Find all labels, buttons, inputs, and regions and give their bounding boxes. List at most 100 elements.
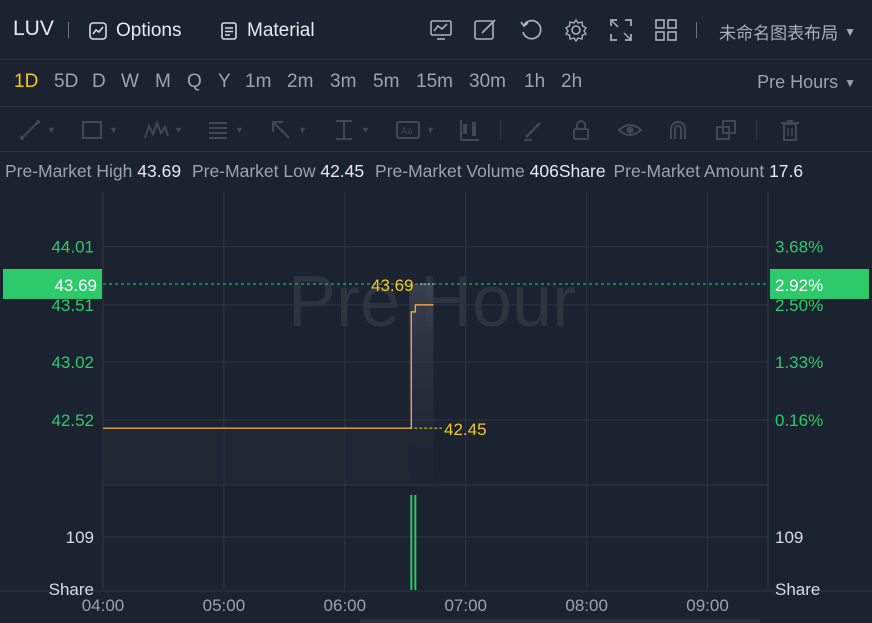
premarket-amount-label: Pre-Market Amount (613, 161, 765, 181)
brush-icon (524, 122, 541, 141)
premarket-high-value: 43.69 (137, 161, 182, 181)
grid-layout-icon[interactable] (653, 17, 679, 43)
low-label: 42.45 (444, 420, 487, 439)
premarket-volume-value: 406Share (529, 161, 606, 181)
fibonacci-icon (209, 122, 227, 139)
interval-y[interactable]: Y (218, 71, 231, 93)
price-chart[interactable]: Pre Hour 43.6942.45 44.0143.5143.0242.52… (0, 190, 872, 623)
interval-5d[interactable]: 5D (54, 71, 78, 93)
trash-icon (781, 120, 799, 141)
separator (68, 22, 69, 38)
interval-2h[interactable]: 2h (561, 71, 582, 93)
y-tick-right: 0.16% (775, 411, 823, 430)
drawing-toolbar: ▼ ▼ ▼ ▼ ▼ ▼ Aa ▼ (0, 108, 872, 152)
fibonacci-tool[interactable]: ▼ (206, 118, 244, 142)
lock-icon (573, 120, 589, 140)
current-price-value: 43.69 (54, 276, 97, 295)
interval-1d[interactable]: 1D (14, 71, 38, 93)
svg-text:Aa: Aa (401, 127, 413, 137)
interval-15m[interactable]: 15m (416, 71, 453, 93)
y-tick-left: 43.02 (51, 353, 94, 372)
volume-bar (414, 495, 417, 590)
fullscreen-icon[interactable] (608, 17, 634, 43)
options-label: Options (116, 20, 182, 41)
chart-grid (0, 192, 872, 592)
interval-5m[interactable]: 5m (373, 71, 399, 93)
options-button[interactable]: Options (88, 17, 181, 45)
copy-tool[interactable] (714, 118, 738, 142)
brush-tool[interactable] (521, 118, 545, 142)
x-tick-label: 05:00 (203, 596, 246, 615)
document-icon (221, 22, 237, 40)
premarket-high-label: Pre-Market High (5, 161, 133, 181)
y-tick-left: 42.52 (51, 411, 94, 430)
interval-2m[interactable]: 2m (287, 71, 313, 93)
layout-selector[interactable]: 未命名图表布局 ▼ (719, 19, 856, 44)
premarket-info-row: Pre-Market High 43.69 Pre-Market Low 42.… (5, 161, 809, 182)
toolbar-divider (756, 120, 757, 140)
y-tick-right: 3.68% (775, 238, 823, 257)
trend-line-icon (20, 120, 40, 140)
high-label: 43.69 (371, 276, 414, 295)
measure-tool[interactable]: ▼ (332, 118, 370, 142)
wave-pattern-icon (144, 120, 169, 139)
arrow-icon (272, 121, 290, 139)
candle-tool[interactable] (458, 118, 482, 142)
pattern-tool[interactable]: ▼ (143, 118, 183, 142)
volume-unit-right: Share (775, 580, 820, 599)
rectangle-tool[interactable]: ▼ (80, 118, 118, 142)
interval-bar: 1D 5D D W M Q Y 1m 2m 3m 5m 15m 30m 1h 2… (0, 61, 872, 107)
chart-scrollbar (360, 619, 760, 623)
ticker-symbol[interactable]: LUV (13, 17, 54, 41)
caret-down-icon: ▼ (844, 24, 856, 39)
trend-line-tool[interactable]: ▼ (18, 118, 56, 142)
material-button[interactable]: Material (219, 17, 315, 45)
volume-bars (410, 495, 417, 590)
candlestick-icon (460, 120, 479, 141)
volume-bar (410, 495, 413, 590)
x-tick-label: 04:00 (82, 596, 125, 615)
x-tick-label: 07:00 (444, 596, 487, 615)
rectangle-icon (82, 121, 102, 139)
reset-icon[interactable] (518, 17, 544, 43)
layout-name: 未命名图表布局 (719, 24, 839, 43)
volume-tick-right: 109 (775, 528, 803, 547)
x-tick-label: 09:00 (686, 596, 729, 615)
premarket-low-label: Pre-Market Low (191, 161, 316, 181)
separator (696, 22, 697, 38)
arrow-tool[interactable]: ▼ (269, 118, 307, 142)
session-selector[interactable]: Pre Hours ▼ (757, 72, 856, 93)
x-tick-label: 06:00 (324, 596, 367, 615)
y-tick-left: 44.01 (51, 238, 94, 257)
text-tool[interactable]: Aa ▼ (395, 118, 435, 142)
interval-w[interactable]: W (121, 71, 139, 93)
interval-1m[interactable]: 1m (245, 71, 271, 93)
copy-icon (716, 120, 736, 140)
interval-1h[interactable]: 1h (524, 71, 545, 93)
indicators-icon[interactable] (428, 17, 454, 43)
visibility-tool[interactable] (617, 118, 643, 142)
y-tick-right: 1.33% (775, 353, 823, 372)
price-area-fill (409, 283, 434, 484)
premarket-volume-label: Pre-Market Volume (375, 161, 525, 181)
interval-30m[interactable]: 30m (469, 71, 506, 93)
settings-gear-icon[interactable] (563, 17, 589, 43)
edit-icon[interactable] (472, 17, 498, 43)
interval-q[interactable]: Q (187, 71, 202, 93)
toolbar-divider (500, 120, 501, 140)
top-bar: LUV Options Material 未命名图表布局 ▼ (0, 0, 872, 60)
volume-tick-left: 109 (66, 528, 94, 547)
measure-icon (336, 120, 352, 140)
current-pct-value: 2.92% (775, 276, 823, 295)
magnet-tool[interactable] (666, 118, 690, 142)
price-area-fill (103, 428, 410, 484)
interval-m[interactable]: M (155, 71, 171, 93)
premarket-amount-value: 17.6 (769, 161, 804, 181)
caret-down-icon: ▼ (844, 75, 856, 90)
magnet-icon (670, 121, 686, 139)
interval-3m[interactable]: 3m (330, 71, 356, 93)
lock-tool[interactable] (569, 118, 593, 142)
delete-tool[interactable] (779, 118, 801, 142)
material-label: Material (247, 20, 315, 41)
interval-d[interactable]: D (92, 71, 106, 93)
